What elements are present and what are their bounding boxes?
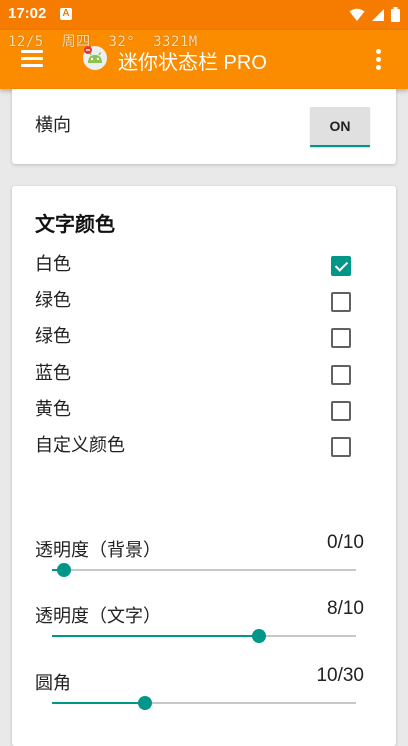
status-icons [349, 7, 400, 22]
text-color-title: 文字颜色 [35, 212, 115, 236]
color-option-custom-checkbox[interactable] [331, 437, 351, 457]
wifi-icon [349, 8, 365, 21]
app-title: 迷你状态栏 PRO [118, 52, 267, 74]
color-option-green2-label: 绿色 [35, 326, 71, 347]
corner-radius-label: 圆角 [35, 673, 71, 694]
text-opacity-label: 透明度（文字） [35, 606, 161, 627]
status-time: 17:02 [8, 5, 47, 22]
bg-opacity-label: 透明度（背景） [35, 540, 161, 561]
orientation-label: 横向 [35, 115, 71, 136]
app-logo-icon [83, 46, 107, 70]
color-option-green-checkbox[interactable] [331, 292, 351, 312]
color-option-white-label: 白色 [35, 254, 71, 275]
text-opacity-slider[interactable] [52, 629, 356, 643]
hamburger-menu-icon[interactable] [21, 50, 43, 68]
corner-radius-value: 10/30 [316, 665, 364, 686]
orientation-card: 横向 ON [12, 89, 396, 164]
color-option-green2-checkbox[interactable] [331, 328, 351, 348]
slider-fill [52, 702, 146, 704]
orientation-toggle[interactable]: ON [310, 107, 370, 147]
color-option-yellow-checkbox[interactable] [331, 401, 351, 421]
slider-thumb[interactable] [138, 696, 153, 710]
bg-opacity-value: 0/10 [327, 532, 364, 553]
slider-thumb[interactable] [57, 563, 72, 577]
bg-opacity-slider[interactable] [52, 563, 356, 577]
overlay-date: 12/5 [8, 34, 44, 50]
notification-a-icon: A [60, 8, 72, 20]
battery-icon [391, 7, 400, 22]
text-opacity-value: 8/10 [327, 598, 364, 619]
color-option-white-checkbox[interactable] [331, 256, 351, 276]
more-options-icon[interactable] [376, 49, 382, 71]
corner-radius-slider[interactable] [52, 696, 356, 710]
slider-fill [52, 635, 259, 637]
color-option-blue-label: 蓝色 [35, 363, 71, 384]
color-option-yellow-label: 黄色 [35, 399, 71, 420]
slider-thumb[interactable] [251, 629, 266, 643]
text-color-card: 文字颜色 白色 绿色 绿色 蓝色 黄色 自定义颜色 透明度（背景） 0/10 透… [12, 186, 396, 746]
color-option-blue-checkbox[interactable] [331, 365, 351, 385]
system-status-bar: 17:02 A [0, 0, 408, 30]
app-bar: 12/5 周四 32° 3321M 迷你状态栏 PRO [0, 30, 408, 89]
color-option-custom-label: 自定义颜色 [35, 435, 125, 456]
color-option-green-label: 绿色 [35, 290, 71, 311]
signal-icon [372, 8, 384, 21]
